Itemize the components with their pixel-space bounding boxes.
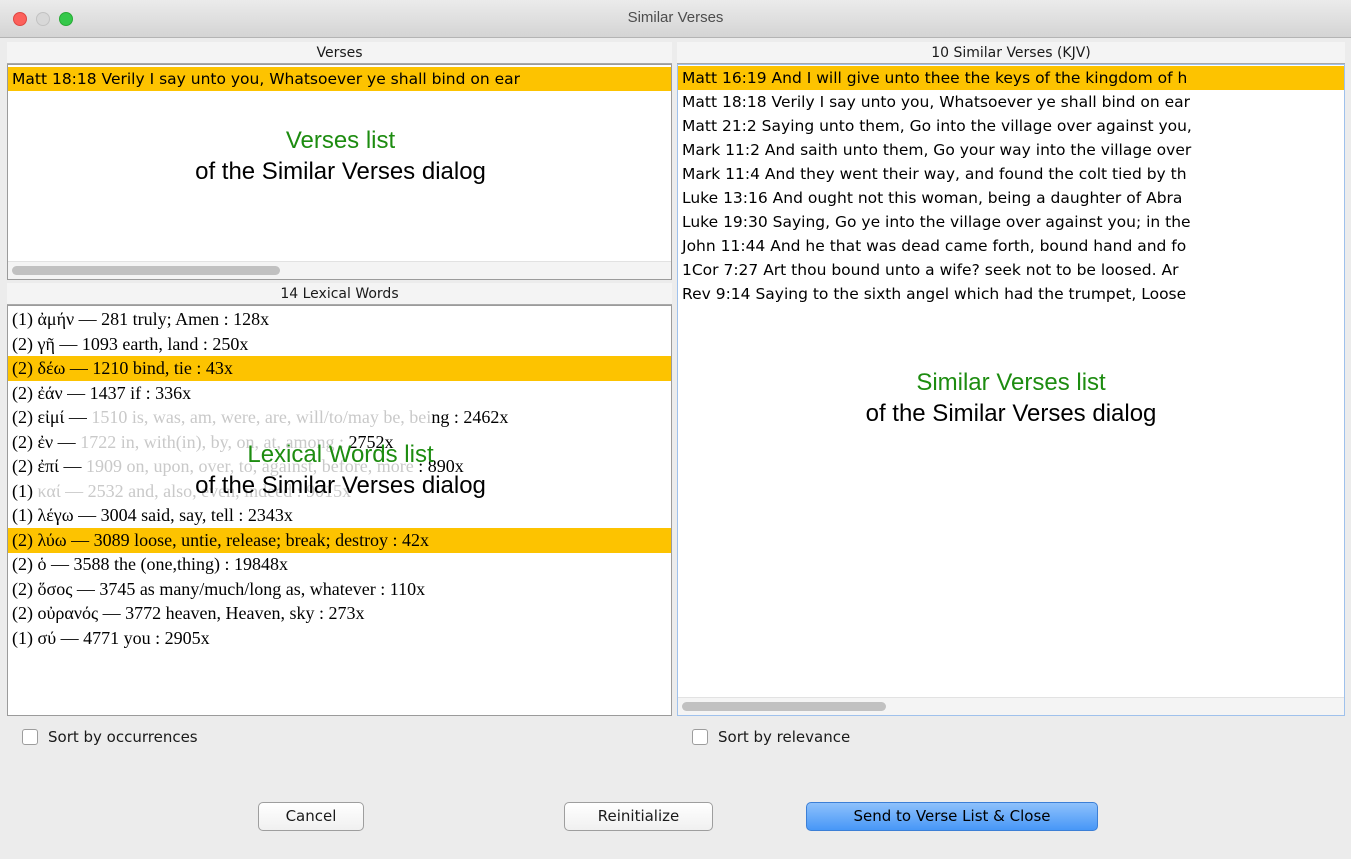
lexical-word-row[interactable]: (2) ἐάν — 1437 if : 336x xyxy=(8,381,671,406)
lexical-word-row[interactable]: (2) οὐρανός — 3772 heaven, Heaven, sky :… xyxy=(8,601,671,626)
lexical-word-row[interactable]: (2) ὅσος — 3745 as many/much/long as, wh… xyxy=(8,577,671,602)
similar-verse-row[interactable]: John 11:44 And he that was dead came for… xyxy=(678,234,1344,258)
lexical-row-post-text: ng : 2462x xyxy=(431,407,509,427)
cancel-button[interactable]: Cancel xyxy=(258,802,364,831)
lexical-word-row[interactable]: (2) γῆ — 1093 earth, land : 250x xyxy=(8,332,671,357)
similar-verse-row[interactable]: Matt 16:19 And I will give unto thee the… xyxy=(678,66,1344,90)
sort-by-relevance-checkbox[interactable] xyxy=(692,729,708,745)
similar-verse-row[interactable]: Mark 11:4 And they went their way, and f… xyxy=(678,162,1344,186)
similar-horizontal-scrollbar[interactable] xyxy=(678,697,1344,715)
verses-header[interactable]: Verses xyxy=(7,42,672,64)
send-to-verse-list-button[interactable]: Send to Verse List & Close xyxy=(806,802,1098,831)
window-title: Similar Verses xyxy=(627,9,724,26)
verses-list[interactable]: Matt 18:18 Verily I say unto you, Whatso… xyxy=(7,64,672,280)
reinitialize-button[interactable]: Reinitialize xyxy=(564,802,713,831)
verses-list-annotation: Verses list of the Similar Verses dialog xyxy=(195,127,486,185)
lexical-word-row[interactable]: (1) ἀμήν — 281 truly; Amen : 128x xyxy=(8,307,671,332)
lexical-row-faded-text: 1510 is, was, am, were, are, will/to/may… xyxy=(91,407,432,427)
similar-scroll-thumb[interactable] xyxy=(682,702,886,711)
lexical-word-row[interactable]: (2) εἰμί — 1510 is, was, am, were, are, … xyxy=(8,405,671,430)
similar-verses-list[interactable]: Matt 16:19 And I will give unto thee the… xyxy=(677,64,1345,716)
lexical-word-row[interactable]: (2) λύω — 3089 loose, untie, release; br… xyxy=(8,527,671,553)
lexical-list-annotation: Lexical Words list of the Similar Verses… xyxy=(195,441,486,499)
similar-verse-row[interactable]: Matt 21:2 Saying unto them, Go into the … xyxy=(678,114,1344,138)
lexical-words-list[interactable]: (1) ἀμήν — 281 truly; Amen : 128x (2) γῆ … xyxy=(7,305,672,716)
lexical-word-row[interactable]: (2) ὁ — 3588 the (one,thing) : 19848x xyxy=(8,552,671,577)
sort-by-occurrences-checkbox[interactable] xyxy=(22,729,38,745)
similar-verses-header[interactable]: 10 Similar Verses (KJV) xyxy=(677,42,1345,64)
lexical-word-row[interactable]: (2) δέω — 1210 bind, tie : 43x xyxy=(8,356,671,381)
lexical-header[interactable]: 14 Lexical Words xyxy=(7,283,672,305)
similar-verse-row[interactable]: Luke 19:30 Saying, Go ye into the villag… xyxy=(678,210,1344,234)
verses-scroll-thumb[interactable] xyxy=(12,266,280,275)
similar-verse-row[interactable]: Rev 9:14 Saying to the sixth angel which… xyxy=(678,282,1344,306)
lexical-row-pre-text: (2) εἰμί — xyxy=(12,407,92,427)
verses-horizontal-scrollbar[interactable] xyxy=(8,261,671,279)
similar-verse-row[interactable]: Matt 18:18 Verily I say unto you, Whatso… xyxy=(678,90,1344,114)
sort-by-relevance-option[interactable]: Sort by relevance xyxy=(692,726,850,748)
lexical-word-row[interactable]: (1) σύ — 4771 you : 2905x xyxy=(8,626,671,651)
title-bar: Similar Verses xyxy=(0,0,1351,38)
similar-list-annotation: Similar Verses list of the Similar Verse… xyxy=(865,369,1157,427)
sort-by-occurrences-option[interactable]: Sort by occurrences xyxy=(22,726,198,748)
lexical-word-row[interactable]: (1) λέγω — 3004 said, say, tell : 2343x xyxy=(8,503,671,528)
similar-verse-row[interactable]: 1Cor 7:27 Art thou bound unto a wife? se… xyxy=(678,258,1344,282)
similar-verse-row[interactable]: Mark 11:2 And saith unto them, Go your w… xyxy=(678,138,1344,162)
similar-verse-row[interactable]: Luke 13:16 And ought not this woman, bei… xyxy=(678,186,1344,210)
verse-row[interactable]: Matt 18:18 Verily I say unto you, Whatso… xyxy=(8,67,671,91)
